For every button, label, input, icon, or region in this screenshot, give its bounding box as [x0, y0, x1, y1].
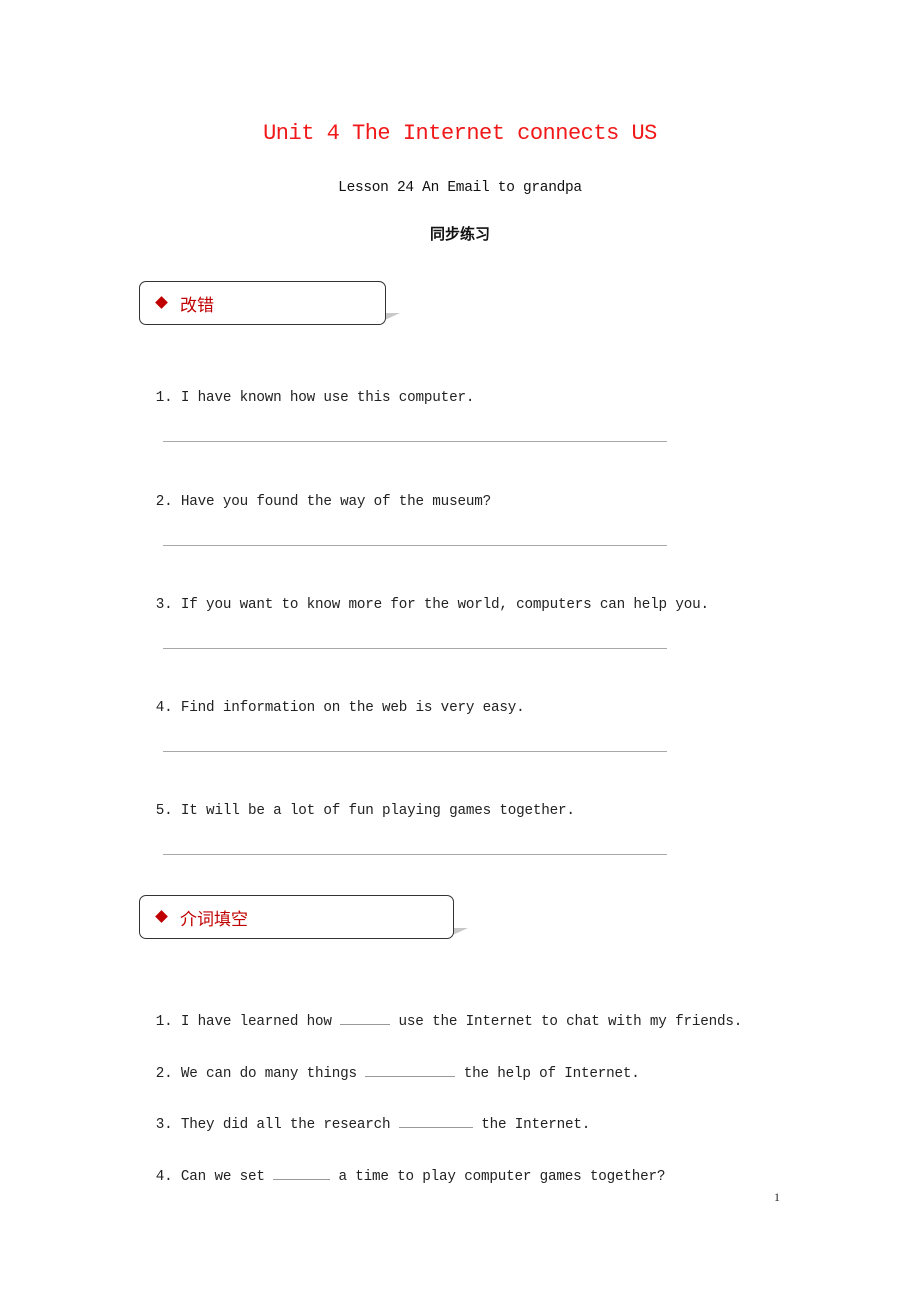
fill-blank[interactable] — [273, 1165, 331, 1180]
question-text-after: use the Internet to chat with my friends… — [398, 1014, 743, 1030]
fill-blank[interactable] — [398, 1113, 473, 1128]
question-text: Have you found the way of the museum? — [180, 494, 491, 510]
diamond-icon — [155, 910, 168, 923]
question-text: It will be a lot of fun playing games to… — [180, 803, 575, 819]
question-number: 4. — [155, 1169, 173, 1185]
question-number: 4. — [155, 700, 173, 716]
question-item: 2. Have you found the way of the museum? — [139, 478, 491, 510]
question-number: 3. — [155, 597, 173, 613]
document-title: Unit 4 The Internet connects US — [263, 121, 657, 146]
question-text-after: the Internet. — [481, 1117, 591, 1133]
question-text: Find information on the web is very easy… — [180, 700, 525, 716]
section-label: 介词填空 — [180, 910, 248, 930]
question-number: 5. — [155, 803, 173, 819]
question-number: 3. — [155, 1117, 173, 1133]
exercise-subtitle: 同步练习 — [429, 225, 490, 243]
fill-blank[interactable] — [340, 1010, 391, 1025]
answer-line[interactable] — [163, 441, 667, 442]
question-item: 4. Find information on the web is very e… — [139, 684, 525, 716]
question-text-before: I have learned how — [180, 1014, 332, 1030]
question-text: I have known how use this computer. — [180, 390, 475, 406]
question-item: 1. I have learned how use the Internet t… — [139, 994, 743, 1030]
question-text-before: We can do many things — [180, 1066, 357, 1082]
question-text-after: a time to play computer games together? — [338, 1169, 666, 1185]
question-text-before: Can we set — [180, 1169, 265, 1185]
answer-line[interactable] — [163, 751, 667, 752]
answer-line[interactable] — [163, 854, 667, 855]
question-number: 2. — [155, 1066, 173, 1082]
question-item: 5. It will be a lot of fun playing games… — [139, 787, 575, 819]
question-text: If you want to know more for the world, … — [180, 597, 709, 613]
answer-line[interactable] — [163, 545, 667, 546]
question-item: 1. I have known how use this computer. — [139, 374, 475, 406]
question-number: 1. — [155, 1014, 173, 1030]
lesson-title: Lesson 24 An Email to grandpa — [338, 180, 582, 196]
question-text-before: They did all the research — [180, 1117, 391, 1133]
section-label: 改错 — [180, 296, 214, 316]
fill-blank[interactable] — [365, 1062, 456, 1077]
answer-line[interactable] — [163, 648, 667, 649]
page-number: 1 — [774, 1190, 780, 1204]
question-text-after: the help of Internet. — [463, 1066, 640, 1082]
question-item: 3. If you want to know more for the worl… — [139, 581, 709, 613]
question-item: 4. Can we set a time to play computer ga… — [139, 1149, 666, 1185]
question-number: 1. — [155, 390, 173, 406]
diamond-icon — [155, 296, 168, 309]
question-item: 2. We can do many things the help of Int… — [139, 1046, 640, 1082]
section-header-correction: 改错 — [139, 281, 386, 325]
question-number: 2. — [155, 494, 173, 510]
section-header-prepositions: 介词填空 — [139, 895, 454, 939]
question-item: 3. They did all the research the Interne… — [139, 1097, 591, 1133]
